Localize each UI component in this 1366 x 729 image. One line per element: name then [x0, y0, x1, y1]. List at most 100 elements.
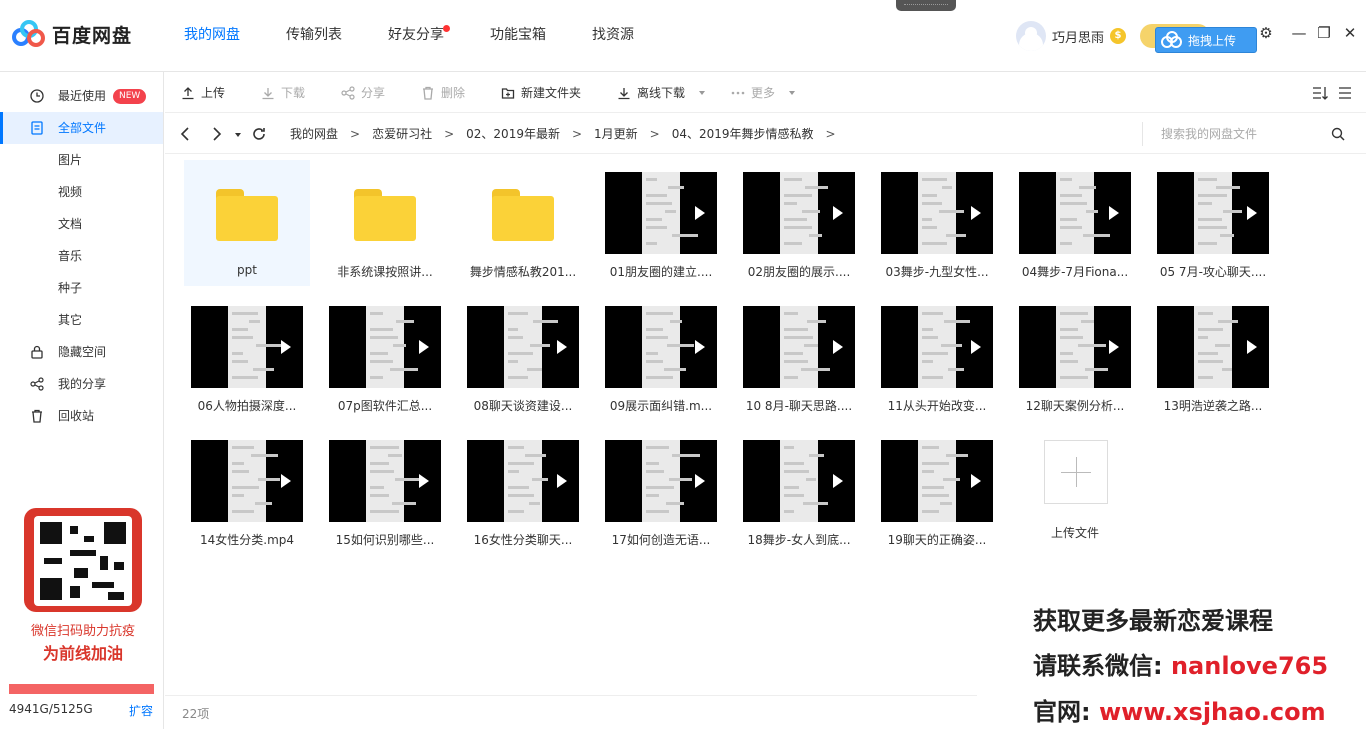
video-file-item[interactable]: 02朋友圈的展示....	[736, 160, 862, 286]
video-file-item[interactable]: 09展示面纠错.m...	[598, 294, 724, 420]
view-list-icon[interactable]	[1338, 86, 1352, 100]
new-folder-button[interactable]: 新建文件夹	[501, 73, 581, 113]
sidebar-item-recent[interactable]: 最近使用 NEW	[0, 80, 163, 112]
nav-toolbox[interactable]: 功能宝箱	[474, 0, 562, 70]
video-file-item[interactable]: 10 8月-聊天思路....	[736, 294, 862, 420]
nav-friend-share-label: 好友分享	[388, 27, 444, 43]
video-file-item[interactable]: 14女性分类.mp4	[184, 428, 310, 554]
video-file-item[interactable]: 07p图软件汇总...	[322, 294, 448, 420]
watermark-site-url: www.xsjhao.com	[1098, 698, 1326, 726]
share-button[interactable]: 分享	[341, 73, 385, 113]
delete-button[interactable]: 删除	[421, 73, 465, 113]
app-logo[interactable]: 百度网盘	[12, 18, 132, 50]
vip-badge-icon[interactable]: $	[1110, 28, 1127, 44]
upload-icon	[182, 87, 194, 100]
sidebar-item-label: 其它	[58, 313, 83, 327]
video-thumbnail	[605, 306, 717, 388]
video-file-item[interactable]: 16女性分类聊天...	[460, 428, 586, 554]
sidebar-item-torrents[interactable]: 种子	[0, 272, 163, 304]
file-name: 03舞步-九型女性...	[885, 265, 989, 279]
search-input[interactable]	[1161, 124, 1321, 144]
nav-friend-share[interactable]: 好友分享	[372, 0, 460, 70]
video-file-item[interactable]: 19聊天的正确姿...	[874, 428, 1000, 554]
video-file-item[interactable]: 17如何创造无语...	[598, 428, 724, 554]
play-icon	[695, 340, 705, 354]
download-button[interactable]: 下载	[261, 73, 305, 113]
video-file-item[interactable]: 06人物拍摄深度...	[184, 294, 310, 420]
sort-icon[interactable]	[1312, 86, 1328, 100]
sidebar-item-label: 回收站	[58, 409, 95, 423]
close-button[interactable]: ✕	[1340, 24, 1360, 42]
folder-item[interactable]: ppt	[184, 160, 310, 286]
chevron-down-icon	[789, 91, 796, 95]
refresh-icon[interactable]	[249, 124, 269, 144]
share-icon	[30, 377, 44, 391]
offline-download-button[interactable]: 离线下载	[617, 73, 706, 113]
sidebar-item-other[interactable]: 其它	[0, 304, 163, 336]
video-file-item[interactable]: 03舞步-九型女性...	[874, 160, 1000, 286]
sidebar-item-images[interactable]: 图片	[0, 144, 163, 176]
play-icon	[695, 206, 705, 220]
chevron-down-icon	[699, 91, 706, 95]
cloud-icon	[1161, 31, 1182, 48]
breadcrumb-item[interactable]: 恋爱研习社	[372, 114, 432, 154]
download-label: 下载	[281, 86, 306, 100]
folder-icon	[492, 189, 554, 241]
breadcrumb-item[interactable]: 我的网盘	[290, 114, 338, 154]
delete-label: 删除	[441, 86, 466, 100]
sidebar-item-all-files[interactable]: 全部文件	[0, 112, 163, 144]
expand-storage-link[interactable]: 扩容	[129, 702, 153, 719]
video-file-item[interactable]: 01朋友圈的建立....	[598, 160, 724, 286]
breadcrumb-item[interactable]: 1月更新	[594, 114, 638, 154]
breadcrumb-item[interactable]: 02、2019年最新	[466, 114, 560, 154]
file-name: 08聊天谈资建设...	[473, 399, 573, 413]
video-thumbnail	[743, 440, 855, 522]
breadcrumb-item[interactable]: 04、2019年舞步情感私教	[672, 114, 814, 154]
video-file-item[interactable]: 15如何识别哪些...	[322, 428, 448, 554]
user-profile[interactable]: 巧月思雨 $	[1016, 21, 1127, 51]
window-drag-handle[interactable]	[896, 0, 956, 11]
video-file-item[interactable]: 18舞步-女人到底...	[736, 428, 862, 554]
sidebar-item-hidden-space[interactable]: 隐藏空间	[0, 336, 163, 368]
storage-quota-text: 4941G/5125G	[9, 702, 93, 716]
back-arrow-icon[interactable]	[176, 124, 196, 144]
video-file-item[interactable]: 13明浩逆袭之路...	[1150, 294, 1276, 420]
upload-button[interactable]: 上传	[181, 73, 225, 113]
promo-qr-card	[24, 508, 142, 612]
watermark-site-label: 官网:	[1033, 698, 1099, 726]
sidebar-item-music[interactable]: 音乐	[0, 240, 163, 272]
sidebar-item-videos[interactable]: 视频	[0, 176, 163, 208]
clock-icon	[30, 89, 44, 103]
file-name: 13明浩逆袭之路...	[1163, 399, 1263, 413]
promo-banner[interactable]: 微信扫码助力抗疫 为前线加油	[10, 502, 156, 663]
video-file-item[interactable]: 05 7月-攻心聊天....	[1150, 160, 1276, 286]
watermark-line-3: 官网: www.xsjhao.com	[1033, 692, 1326, 727]
sidebar-item-my-shares[interactable]: 我的分享	[0, 368, 163, 400]
file-name: 06人物拍摄深度...	[197, 399, 297, 413]
sidebar: 最近使用 NEW 全部文件 图片 视频 文档 音乐 种子 其它 隐藏空间 我的分…	[0, 72, 164, 729]
new-badge: NEW	[113, 89, 147, 104]
forward-arrow-icon[interactable]	[206, 124, 226, 144]
minimize-button[interactable]: —	[1289, 24, 1309, 42]
sidebar-item-documents[interactable]: 文档	[0, 208, 163, 240]
more-button[interactable]: 更多	[731, 73, 796, 113]
drag-upload-button[interactable]: 拖拽上传	[1155, 27, 1257, 53]
settings-icon[interactable]: ⚙	[1256, 24, 1276, 42]
folder-item[interactable]: 非系统课按照讲...	[322, 160, 448, 286]
nav-my-disk[interactable]: 我的网盘	[168, 0, 256, 70]
video-file-item[interactable]: 04舞步-7月Fiona...	[1012, 160, 1138, 286]
upload-file-tile[interactable]: 上传文件	[1012, 428, 1138, 554]
video-file-item[interactable]: 12聊天案例分析...	[1012, 294, 1138, 420]
video-file-item[interactable]: 11从头开始改变...	[874, 294, 1000, 420]
video-file-item[interactable]: 08聊天谈资建设...	[460, 294, 586, 420]
search-icon[interactable]	[1331, 127, 1345, 141]
maximize-button[interactable]: ❐	[1314, 24, 1334, 42]
play-icon	[971, 340, 981, 354]
nav-transfer-list[interactable]: 传输列表	[270, 0, 358, 70]
history-dropdown-icon[interactable]	[231, 124, 245, 144]
sidebar-item-label: 视频	[58, 185, 83, 199]
avatar[interactable]	[1016, 21, 1046, 51]
sidebar-item-recycle-bin[interactable]: 回收站	[0, 400, 163, 432]
folder-item[interactable]: 舞步情感私教201...	[460, 160, 586, 286]
nav-find-resources[interactable]: 找资源	[576, 0, 650, 70]
